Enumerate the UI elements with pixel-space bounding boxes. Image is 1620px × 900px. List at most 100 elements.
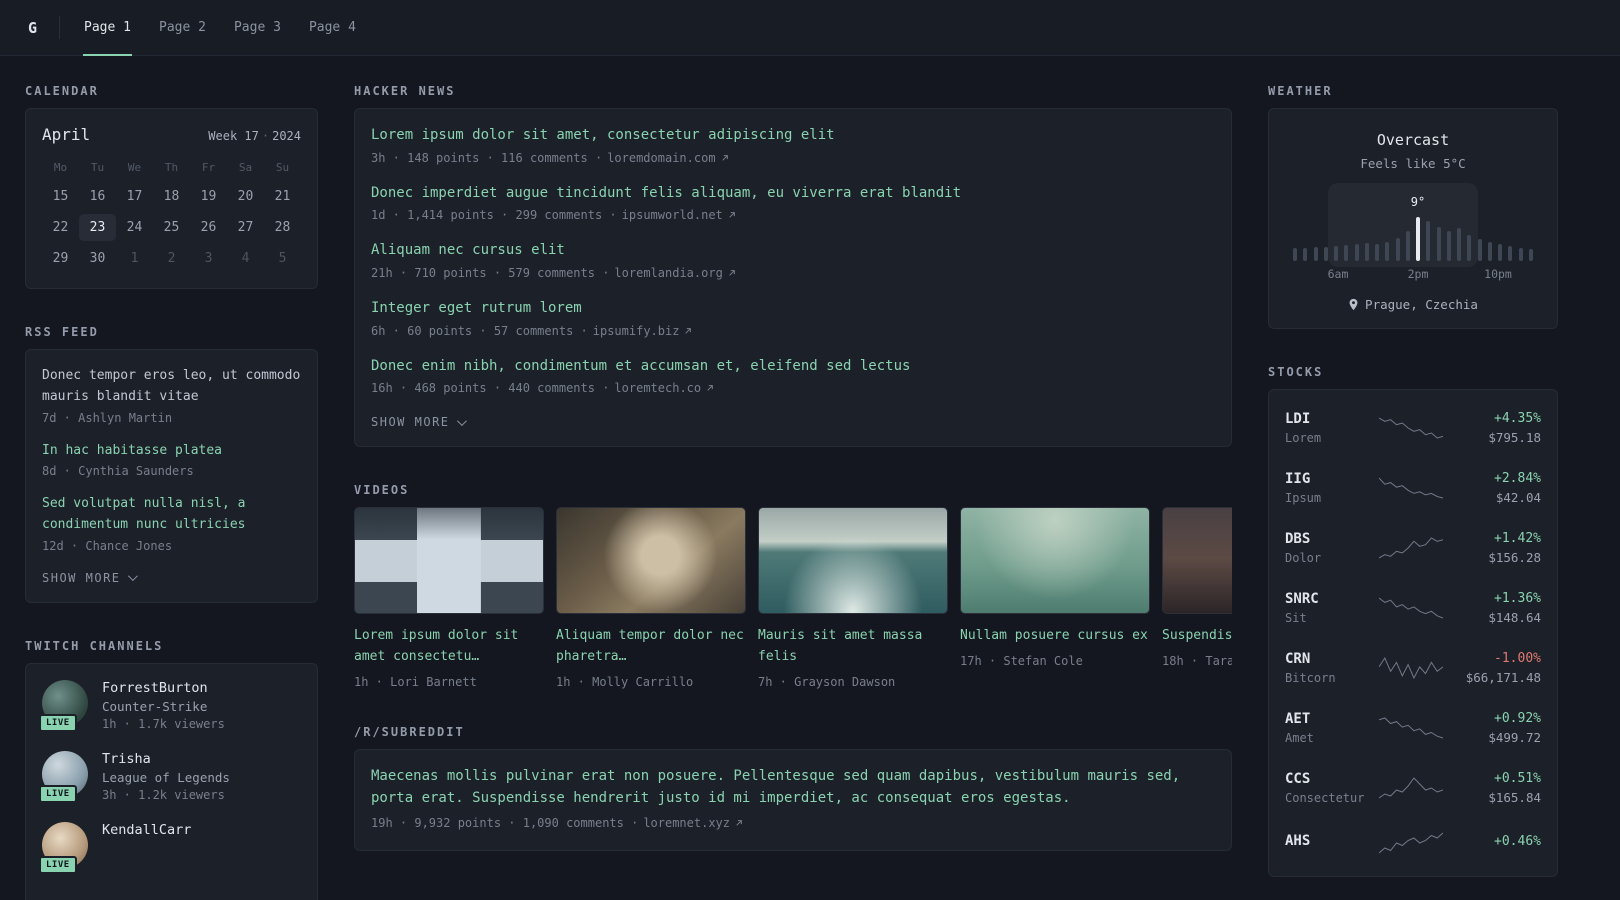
location-pin-icon bbox=[1349, 298, 1358, 311]
stock-values: +2.84% $42.04 bbox=[1445, 471, 1541, 505]
twitch-card: LIVE ForrestBurton Counter-Strike 1h · 1… bbox=[25, 662, 318, 900]
hn-item-title[interactable]: Donec enim nibh, condimentum et accumsan… bbox=[371, 356, 1215, 378]
stock-change: +1.36% bbox=[1494, 591, 1541, 606]
tab-page-4[interactable]: Page 4 bbox=[295, 0, 370, 55]
hn-item: Donec imperdiet augue tincidunt felis al… bbox=[371, 183, 1215, 223]
stock-id: DBS Dolor bbox=[1285, 531, 1377, 565]
hn-item-meta-text: 16h · 468 points · 440 comments · bbox=[371, 381, 610, 396]
external-link-icon bbox=[729, 270, 735, 276]
stock-row[interactable]: AHS +0.46% bbox=[1285, 818, 1541, 868]
video-title[interactable]: Suspendisse diam bbox=[1162, 626, 1232, 647]
tab-page-3[interactable]: Page 3 bbox=[220, 0, 295, 55]
hn-item: Integer eget rutrum lorem 6h · 60 points… bbox=[371, 298, 1215, 338]
video-title[interactable]: Aliquam tempor dolor nec pharetra… bbox=[556, 626, 746, 668]
hn-item-domain: loremlandia.org bbox=[614, 266, 723, 281]
video-title[interactable]: Lorem ipsum dolor sit amet consectetu… bbox=[354, 626, 544, 668]
weather-hour-bar bbox=[1467, 235, 1472, 261]
stock-sparkline bbox=[1379, 656, 1443, 680]
external-link-icon bbox=[721, 154, 728, 161]
rss-item-title[interactable]: In hac habitasse platea bbox=[42, 441, 301, 462]
subreddit-post-domain-link[interactable]: loremnet.xyz bbox=[643, 816, 744, 830]
rss-widget-title: RSS FEED bbox=[25, 325, 99, 339]
right-column: WEATHER Overcast Feels like 5°C 9° 6am 2p… bbox=[1268, 84, 1558, 900]
weather-hour-bar bbox=[1354, 244, 1359, 261]
video-title[interactable]: Nullam posuere cursus ex bbox=[960, 626, 1150, 647]
rss-show-more-button[interactable]: SHOW MORE bbox=[42, 571, 138, 585]
stock-row[interactable]: IIG Ipsum +2.84% $42.04 bbox=[1285, 458, 1541, 518]
stock-row[interactable]: CCS Consectetur +0.51% $165.84 bbox=[1285, 758, 1541, 818]
video-thumbnail[interactable] bbox=[758, 507, 948, 615]
hn-item-domain-link[interactable]: ipsumworld.net bbox=[622, 208, 737, 222]
tab-page-1[interactable]: Page 1 bbox=[70, 0, 145, 56]
hn-item-domain-link[interactable]: ipsumify.biz bbox=[593, 324, 694, 338]
twitch-channel-game: Counter-Strike bbox=[102, 698, 208, 714]
calendar-day-header: Tu bbox=[90, 161, 105, 174]
twitch-channel[interactable]: LIVE KendallCarr bbox=[39, 821, 301, 874]
hn-item-meta: 16h · 468 points · 440 comments · loremt… bbox=[371, 381, 1215, 395]
stock-values: +1.36% $148.64 bbox=[1445, 591, 1541, 625]
video-thumbnail[interactable] bbox=[1162, 507, 1232, 615]
subreddit-post-title[interactable]: Maecenas mollis pulvinar erat non posuer… bbox=[371, 766, 1215, 809]
stock-change: +0.46% bbox=[1494, 833, 1541, 849]
twitch-channel-info: KendallCarr bbox=[102, 822, 191, 872]
rss-item-meta: 7d · Ashlyn Martin bbox=[42, 410, 173, 425]
rss-item-title[interactable]: Sed volutpat nulla nisl, a condimentum n… bbox=[42, 494, 301, 536]
stock-values: +0.51% $165.84 bbox=[1445, 771, 1541, 805]
videos-widget-title: VIDEOS bbox=[354, 483, 410, 498]
calendar-day: 27 bbox=[237, 220, 254, 235]
twitch-channel[interactable]: LIVE ForrestBurton Counter-Strike 1h · 1… bbox=[39, 679, 301, 732]
hn-item-title[interactable]: Lorem ipsum dolor sit amet, consectetur … bbox=[371, 125, 1215, 147]
stock-symbol: DBS bbox=[1285, 531, 1311, 547]
stock-sparkline bbox=[1379, 477, 1443, 499]
hn-item-title[interactable]: Donec imperdiet augue tincidunt felis al… bbox=[371, 183, 1215, 205]
calendar-day: 5 bbox=[278, 251, 287, 266]
rss-item-meta: 8d · Cynthia Saunders bbox=[42, 464, 194, 479]
calendar-day: 25 bbox=[163, 220, 180, 235]
live-badge: LIVE bbox=[39, 713, 77, 732]
video-thumbnail[interactable] bbox=[960, 507, 1150, 615]
stock-id: CCS Consectetur bbox=[1285, 771, 1377, 805]
subreddit-post: Maecenas mollis pulvinar erat non posuer… bbox=[371, 766, 1215, 830]
stock-row[interactable]: AET Amet +0.92% $499.72 bbox=[1285, 698, 1541, 758]
video-meta: 18h · Tara bbox=[1162, 654, 1232, 669]
show-more-label: SHOW MORE bbox=[371, 415, 450, 430]
hn-item-domain-link[interactable]: loremlandia.org bbox=[614, 266, 736, 280]
rss-item-meta: 12d · Chance Jones bbox=[42, 538, 173, 553]
stock-row[interactable]: SNRC Sit +1.36% $148.64 bbox=[1285, 578, 1541, 638]
weather-hour-bar bbox=[1375, 244, 1379, 261]
hacker-news-card: Lorem ipsum dolor sit amet, consectetur … bbox=[354, 108, 1232, 448]
hn-item-domain: ipsumify.biz bbox=[592, 323, 680, 338]
weather-time-label: 2pm bbox=[1407, 267, 1429, 281]
calendar-widget: CALENDAR April Week 17 · 2024 Mo Tu We Th Fr Sa… bbox=[25, 84, 318, 289]
stock-row[interactable]: LDI Lorem +4.35% $795.18 bbox=[1285, 398, 1541, 458]
rss-item-title[interactable]: Donec tempor eros leo, ut commodo mauris… bbox=[42, 366, 301, 408]
weather-condition: Overcast bbox=[1376, 131, 1450, 149]
stock-row[interactable]: DBS Dolor +1.42% $156.28 bbox=[1285, 518, 1541, 578]
weather-hour-bar bbox=[1313, 247, 1318, 261]
hn-item-domain-link[interactable]: loremtech.co bbox=[614, 381, 715, 395]
hn-item-domain-link[interactable]: loremdomain.com bbox=[607, 151, 729, 165]
video-thumbnail[interactable] bbox=[556, 507, 746, 615]
hn-show-more-button[interactable]: SHOW MORE bbox=[371, 415, 467, 430]
stock-id: AHS bbox=[1285, 833, 1377, 853]
calendar-widget-title: CALENDAR bbox=[25, 84, 99, 98]
video-title[interactable]: Mauris sit amet massa felis bbox=[758, 626, 948, 668]
calendar-day: 4 bbox=[241, 251, 250, 266]
calendar-day: 1 bbox=[130, 251, 139, 266]
calendar-day-header: Su bbox=[275, 161, 290, 174]
twitch-channel-name: ForrestBurton bbox=[102, 679, 208, 696]
calendar-day: 3 bbox=[204, 251, 213, 266]
hn-item-title[interactable]: Integer eget rutrum lorem bbox=[371, 298, 1215, 320]
calendar-day: 29 bbox=[52, 251, 69, 266]
twitch-channel[interactable]: LIVE Trisha League of Legends 3h · 1.2k … bbox=[39, 750, 301, 803]
stocks-widget-title: STOCKS bbox=[1268, 365, 1324, 379]
calendar-card: April Week 17 · 2024 Mo Tu We Th Fr Sa Su 15 16 17 1… bbox=[25, 108, 318, 289]
stock-change: +2.84% bbox=[1494, 471, 1541, 486]
hn-item-title[interactable]: Aliquam nec cursus elit bbox=[371, 240, 1215, 262]
video-thumbnail[interactable] bbox=[354, 507, 544, 615]
videos-widget: VIDEOS Lorem ipsum dolor sit amet consec… bbox=[354, 483, 1232, 689]
hn-item: Aliquam nec cursus elit 21h · 710 points… bbox=[371, 240, 1215, 280]
stock-row[interactable]: CRN Bitcorn -1.00% $66,171.48 bbox=[1285, 638, 1541, 698]
tab-page-2[interactable]: Page 2 bbox=[145, 0, 220, 55]
twitch-channel-game: League of Legends bbox=[102, 769, 230, 785]
